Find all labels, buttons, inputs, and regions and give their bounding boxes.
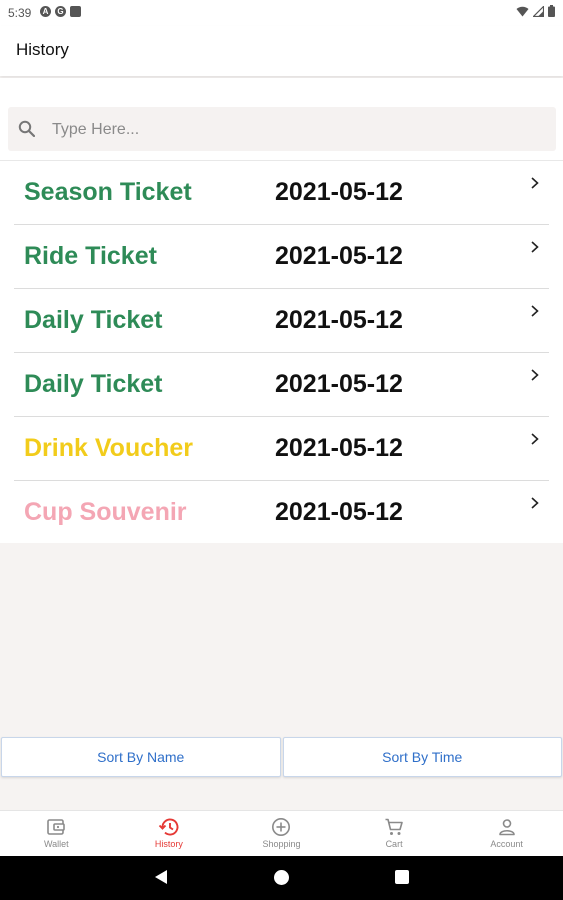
nav-label-history: History — [154, 839, 183, 849]
sort-bar: Sort By Name Sort By Time — [0, 737, 563, 777]
battery-icon — [548, 5, 555, 17]
chevron-right-icon — [531, 369, 539, 381]
page-title: History — [16, 40, 69, 59]
bottom-navigation: Wallet History Shopping Cart Account — [0, 810, 563, 857]
search-input[interactable] — [50, 107, 544, 153]
history-item-name: Daily Ticket — [24, 370, 163, 398]
chevron-right-icon — [531, 497, 539, 509]
add-circle-icon — [272, 818, 291, 836]
sort-by-time-button[interactable]: Sort By Time — [282, 737, 562, 777]
nav-item-history[interactable]: History — [113, 811, 226, 857]
search-bar[interactable] — [8, 107, 556, 153]
nav-label-wallet: Wallet — [43, 839, 69, 849]
chevron-right-icon — [531, 241, 539, 253]
app-bar: History — [0, 26, 563, 76]
nav-label-account: Account — [490, 839, 523, 849]
history-list: Season Ticket 2021-05-12 Ride Ticket 2021-0… — [0, 160, 563, 543]
chevron-right-icon — [531, 177, 539, 189]
history-item-date: 2021-05-12 — [275, 370, 403, 398]
content-header-spacer — [0, 78, 563, 99]
sort-by-name-button[interactable]: Sort By Name — [1, 737, 281, 777]
chevron-right-icon — [531, 305, 539, 317]
nav-label-cart: Cart — [385, 839, 403, 849]
home-icon[interactable] — [274, 870, 289, 885]
history-item-name: Daily Ticket — [24, 306, 163, 334]
wallet-icon — [47, 819, 66, 835]
status-system-icons — [516, 5, 555, 17]
nav-item-shopping[interactable]: Shopping — [225, 811, 338, 857]
history-item-name: Cup Souvenir — [24, 498, 187, 526]
recent-apps-icon[interactable] — [395, 870, 409, 884]
chevron-right-icon — [531, 433, 539, 445]
status-notification-icons: A G — [40, 6, 81, 17]
search-icon — [18, 120, 35, 137]
history-item-date: 2021-05-12 — [275, 178, 403, 206]
notification-g-icon: G — [55, 6, 66, 17]
history-list-item[interactable]: Season Ticket 2021-05-12 — [14, 161, 549, 225]
history-item-name: Ride Ticket — [24, 242, 157, 270]
history-list-item[interactable]: Ride Ticket 2021-05-12 — [14, 225, 549, 289]
history-icon — [158, 818, 179, 836]
history-item-date: 2021-05-12 — [275, 306, 403, 334]
history-item-date: 2021-05-12 — [275, 498, 403, 526]
notification-a-icon: A — [40, 6, 51, 17]
status-bar: 5:39 A G — [0, 0, 563, 26]
sd-card-icon — [70, 6, 81, 17]
history-list-item[interactable]: Daily Ticket 2021-05-12 — [14, 289, 549, 353]
nav-item-cart[interactable]: Cart — [338, 811, 451, 857]
nav-label-shopping: Shopping — [262, 839, 301, 849]
system-navigation-bar — [0, 856, 563, 900]
search-section — [0, 98, 563, 160]
history-item-date: 2021-05-12 — [275, 242, 403, 270]
account-icon — [498, 819, 515, 836]
back-icon[interactable] — [154, 869, 168, 885]
wifi-icon — [516, 6, 529, 16]
history-list-item[interactable]: Drink Voucher 2021-05-12 — [14, 417, 549, 481]
nav-item-account[interactable]: Account — [450, 811, 563, 857]
app-screen: 5:39 A G History Season Ticket 2021-05-12… — [0, 0, 563, 900]
history-item-name: Season Ticket — [24, 178, 192, 206]
signal-icon — [533, 5, 544, 17]
cart-icon — [385, 818, 403, 835]
history-item-date: 2021-05-12 — [275, 434, 403, 462]
status-time: 5:39 — [8, 6, 32, 20]
nav-item-wallet[interactable]: Wallet — [0, 811, 113, 857]
history-item-name: Drink Voucher — [24, 434, 194, 462]
history-list-item[interactable]: Cup Souvenir 2021-05-12 — [14, 481, 549, 544]
history-list-item[interactable]: Daily Ticket 2021-05-12 — [14, 353, 549, 417]
